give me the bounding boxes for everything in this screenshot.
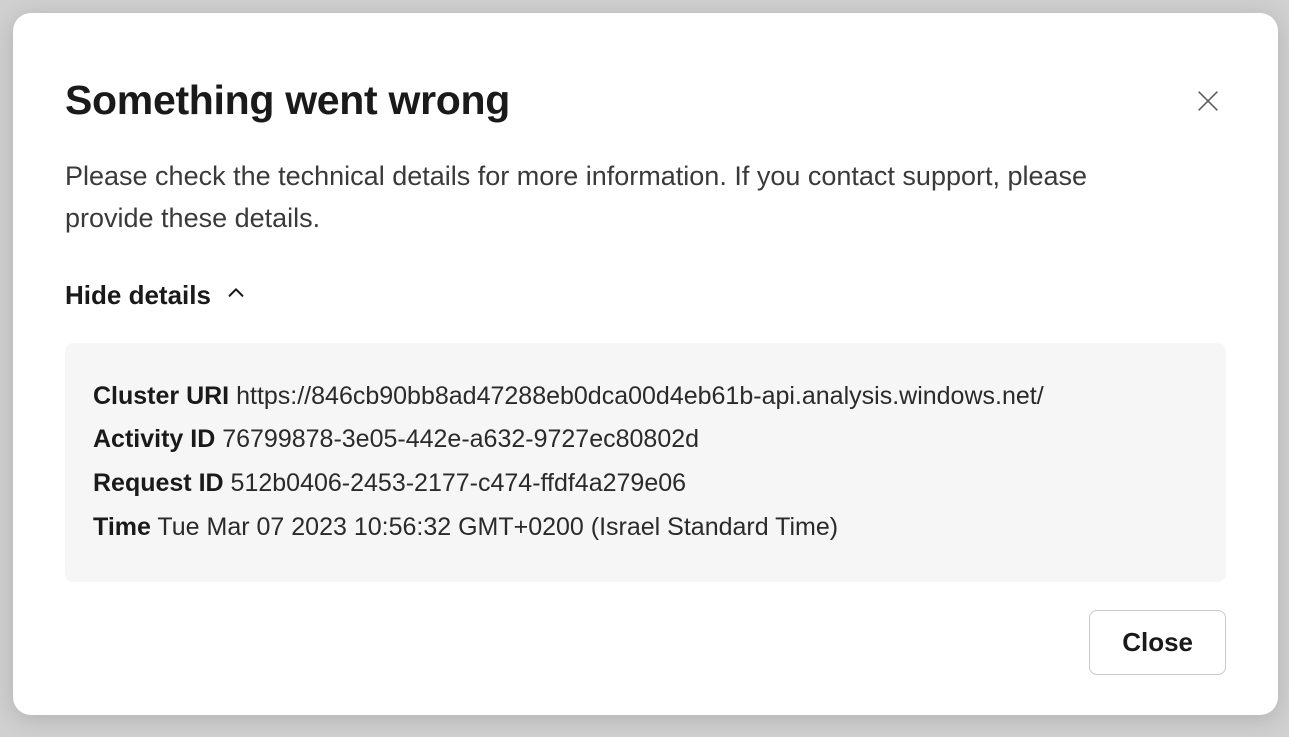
detail-row-time: Time Tue Mar 07 2023 10:56:32 GMT+0200 (… [93,506,1198,550]
toggle-details-button[interactable]: Hide details [65,280,247,311]
chevron-up-icon [225,280,247,311]
modal-description: Please check the technical details for m… [65,156,1125,240]
close-icon-button[interactable] [1190,83,1226,122]
detail-row-request-id: Request ID 512b0406-2453-2177-c474-ffdf4… [93,462,1198,506]
close-button[interactable]: Close [1089,610,1226,675]
activity-id-value: 76799878-3e05-442e-a632-9727ec80802d [222,425,699,453]
activity-id-label: Activity ID [93,425,215,453]
modal-title: Something went wrong [65,77,510,124]
request-id-label: Request ID [93,469,224,497]
modal-header: Something went wrong [65,77,1226,124]
toggle-details-label: Hide details [65,280,211,311]
error-modal: Something went wrong Please check the te… [13,13,1278,715]
technical-details-box: Cluster URI https://846cb90bb8ad47288eb0… [65,343,1226,582]
time-value: Tue Mar 07 2023 10:56:32 GMT+0200 (Israe… [157,513,838,541]
cluster-uri-label: Cluster URI [93,382,229,410]
detail-row-activity-id: Activity ID 76799878-3e05-442e-a632-9727… [93,418,1198,462]
request-id-value: 512b0406-2453-2177-c474-ffdf4a279e06 [231,469,687,497]
time-label: Time [93,513,151,541]
close-icon [1194,87,1222,118]
modal-footer: Close [65,610,1226,675]
cluster-uri-value: https://846cb90bb8ad47288eb0dca00d4eb61b… [236,382,1044,410]
detail-row-cluster-uri: Cluster URI https://846cb90bb8ad47288eb0… [93,375,1198,419]
